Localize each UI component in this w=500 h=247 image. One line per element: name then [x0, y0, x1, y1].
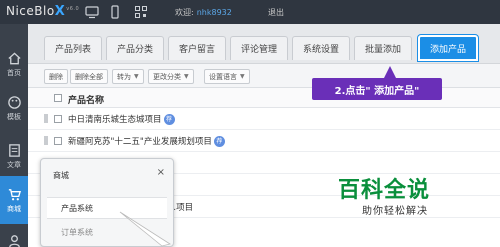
tab-bar: 产品列表 产品分类 客户留言 评论管理 系统设置 批量添加 添加产品 [28, 24, 500, 64]
drag-handle[interactable] [44, 136, 48, 145]
row-checkbox[interactable] [54, 137, 62, 145]
qr-code-icon[interactable] [134, 5, 148, 19]
delete-all-button[interactable]: 删除全部 [70, 69, 108, 84]
product-name[interactable]: 中日清南乐城生态城项目荐 [68, 113, 175, 125]
welcome-text: 欢迎: nhk8932 [175, 8, 232, 17]
select-all-checkbox[interactable] [54, 94, 62, 102]
delete-button[interactable]: 删除 [44, 69, 68, 84]
close-icon[interactable]: × [157, 167, 165, 178]
sidebar-item-users[interactable] [0, 228, 28, 247]
article-icon [8, 143, 20, 157]
chevron-down-icon: ▼ [184, 73, 189, 80]
chevron-down-icon: ▼ [134, 73, 139, 80]
product-name[interactable]: 新疆阿克苏"十二五"产业发展规划项目荐 [68, 135, 225, 147]
callout-arrow [384, 66, 396, 78]
home-icon [7, 51, 21, 64]
username-link[interactable]: nhk8932 [197, 8, 232, 17]
top-bar: NiceBloXv6.0 欢迎: nhk8932 退出 [0, 0, 500, 24]
tab-comment-management[interactable]: 评论管理 [230, 36, 288, 60]
table-row[interactable]: 新疆阿克苏"十二五"产业发展规划项目荐 [28, 130, 500, 152]
logout-link[interactable]: 退出 [268, 7, 284, 18]
watermark-logo: 百科全说 助你轻松解决 [338, 178, 431, 217]
drag-handle[interactable] [44, 114, 48, 123]
sidebar-item-template[interactable]: 模板 [0, 88, 28, 128]
users-icon [8, 234, 20, 247]
palette-icon [7, 95, 21, 109]
chevron-down-icon: ▼ [240, 73, 245, 80]
recommend-badge: 荐 [213, 136, 225, 147]
column-header-name: 产品名称 [68, 96, 105, 106]
tab-system-settings[interactable]: 系统设置 [292, 36, 350, 60]
change-category-dropdown[interactable]: 更改分类 ▼ [148, 69, 194, 84]
tab-customer-messages[interactable]: 客户留言 [168, 36, 226, 60]
popup-title: 商城 [53, 171, 69, 180]
set-language-dropdown[interactable]: 设置语言 ▼ [204, 69, 250, 84]
instruction-callout: 2.点击" 添加产品" [312, 78, 442, 100]
tab-product-category[interactable]: 产品分类 [106, 36, 164, 60]
row-checkbox[interactable] [54, 115, 62, 123]
popup-header: 商城 × [41, 159, 173, 189]
tab-add-product[interactable]: 添加产品 [418, 35, 478, 61]
table-row[interactable]: 中日清南乐城生态城项目荐 [28, 108, 500, 130]
mobile-icon[interactable] [108, 5, 122, 19]
mouse-pointer-icon [119, 211, 171, 247]
cart-icon [8, 188, 21, 200]
tab-product-list[interactable]: 产品列表 [44, 36, 102, 60]
monitor-icon[interactable] [85, 5, 99, 19]
recommend-badge: 荐 [163, 114, 175, 125]
tab-batch-add[interactable]: 批量添加 [354, 36, 412, 60]
sidebar-item-article[interactable]: 文章 [0, 136, 28, 176]
app-logo: NiceBloXv6.0 [6, 4, 80, 19]
sidebar-item-mall[interactable]: 商城 [0, 176, 28, 224]
move-to-dropdown[interactable]: 转为 ▼ [112, 69, 144, 84]
sidebar-item-home[interactable]: 首页 [0, 44, 28, 84]
left-sidebar: 首页 模板 文章 商城 [0, 24, 28, 247]
